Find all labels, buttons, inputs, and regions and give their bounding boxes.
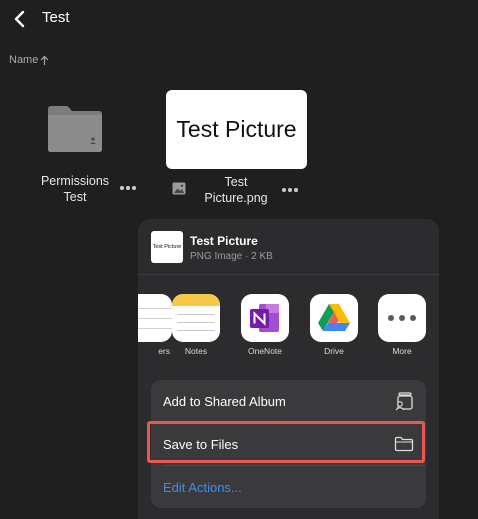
more-icon <box>378 294 426 342</box>
picture-more-button[interactable] <box>282 188 298 192</box>
divider <box>138 274 439 275</box>
app-label: Drive <box>324 346 344 356</box>
image-icon <box>172 182 186 195</box>
folder-outline-icon <box>394 436 414 452</box>
add-to-shared-album-action[interactable]: Add to Shared Album <box>151 380 426 422</box>
google-drive-icon <box>310 294 358 342</box>
chevron-left-icon <box>14 10 25 28</box>
folder-name: Permissions Test <box>40 174 110 204</box>
arrow-up-icon <box>40 55 49 65</box>
app-label: Notes <box>184 346 208 356</box>
action-label: Save to Files <box>163 436 239 452</box>
sort-by-name-button[interactable]: Name <box>9 54 49 66</box>
onenote-icon <box>241 294 289 342</box>
action-label: Add to Shared Album <box>163 393 286 409</box>
folder-more-button[interactable] <box>120 186 136 190</box>
sort-label: Name <box>9 54 39 66</box>
share-sheet: Test Picture Test Picture PNG Image · 2 … <box>138 219 439 519</box>
app-drive[interactable]: Drive <box>309 294 359 356</box>
app-label: ers <box>158 346 170 356</box>
share-file-title: Test Picture <box>190 234 258 248</box>
share-file-subtitle: PNG Image · 2 KB <box>190 251 273 262</box>
app-onenote[interactable]: OneNote <box>240 294 290 356</box>
app-more[interactable]: More <box>377 294 427 356</box>
app-notes[interactable]: Notes <box>171 294 221 356</box>
share-file-thumbnail: Test Picture <box>151 231 183 263</box>
picture-name: Test Picture.png <box>204 175 268 205</box>
app-reminders[interactable]: ers <box>138 294 173 356</box>
edit-actions-link[interactable]: Edit Actions... <box>151 466 426 508</box>
folder-icon <box>48 106 102 152</box>
shared-album-icon <box>395 392 413 411</box>
notes-icon <box>172 294 220 342</box>
page-title: Test <box>42 9 70 26</box>
back-button[interactable] <box>6 6 32 32</box>
save-to-files-action[interactable]: Save to Files <box>151 423 426 465</box>
app-label: More <box>392 346 412 356</box>
share-actions-group: Add to Shared Album Save to Files Edit A… <box>151 380 426 508</box>
picture-thumbnail: Test Picture <box>166 90 307 169</box>
app-label: OneNote <box>247 346 283 356</box>
reminders-icon <box>138 294 172 342</box>
